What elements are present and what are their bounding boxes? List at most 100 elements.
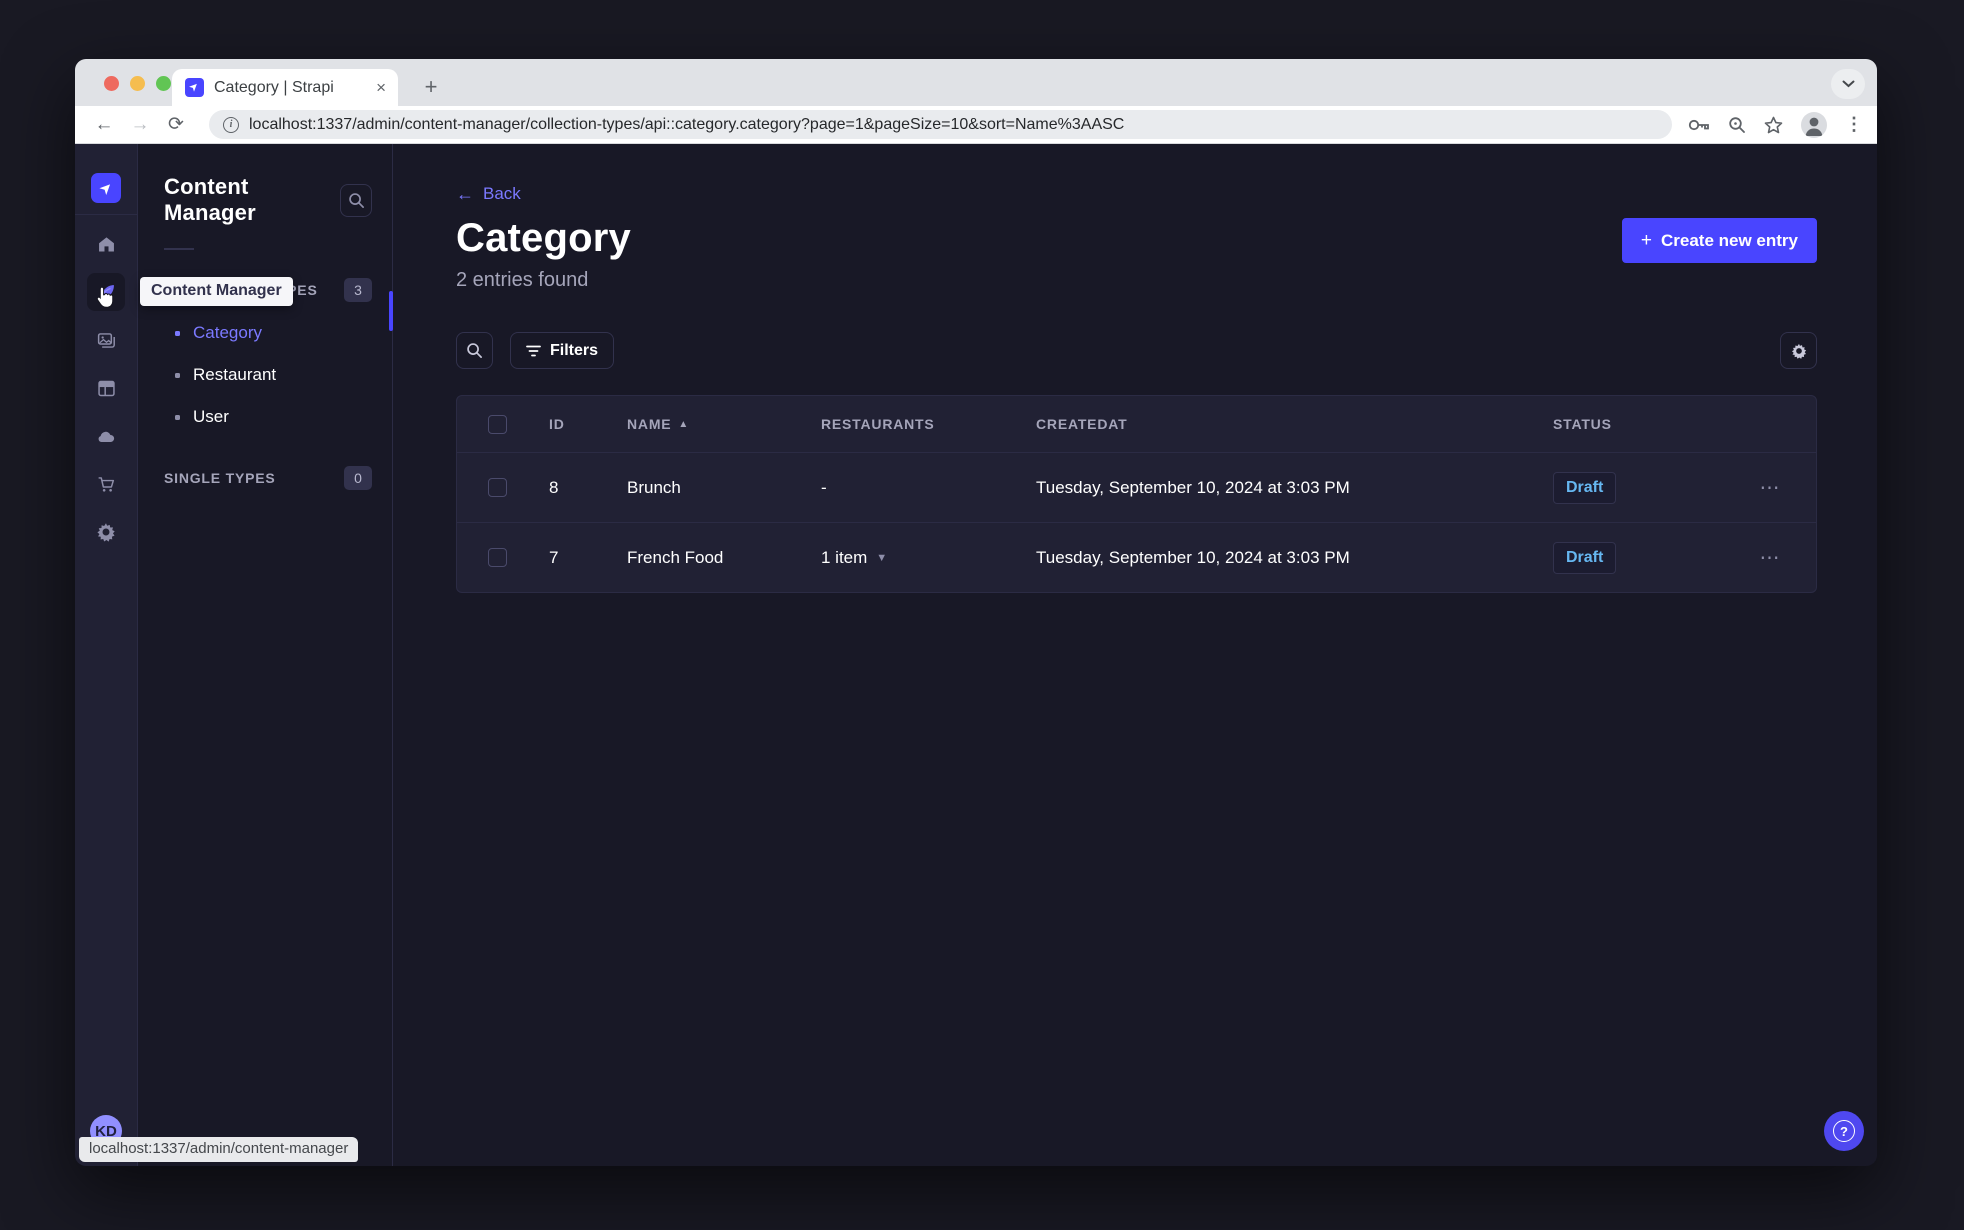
column-header-id[interactable]: ID bbox=[549, 416, 627, 432]
content-manager-subnav: Content Manager COLLECTION TYPES 3 Categ… bbox=[138, 144, 393, 1166]
tab-title: Category | Strapi bbox=[214, 78, 334, 96]
table-row[interactable]: 8 Brunch - Tuesday, September 10, 2024 a… bbox=[457, 452, 1816, 522]
nav-item-marketplace[interactable] bbox=[87, 465, 125, 503]
forward-button[interactable]: → bbox=[125, 114, 155, 136]
subnav-search-button[interactable] bbox=[340, 183, 372, 217]
single-types-label: SINGLE TYPES bbox=[164, 470, 276, 486]
cell-createdat: Tuesday, September 10, 2024 at 3:03 PM bbox=[1036, 547, 1350, 567]
subnav-item-category[interactable]: Category bbox=[164, 312, 372, 354]
nav-item-media-library[interactable] bbox=[87, 321, 125, 359]
question-mark-icon: ? bbox=[1833, 1120, 1855, 1142]
status-badge: Draft bbox=[1553, 471, 1617, 504]
bookmark-star-icon[interactable] bbox=[1764, 116, 1783, 134]
column-header-createdat[interactable]: CREATEDAT bbox=[1036, 416, 1553, 432]
filter-icon bbox=[526, 345, 541, 356]
cloud-icon bbox=[98, 431, 115, 442]
bullet-icon bbox=[175, 414, 180, 420]
cell-id: 7 bbox=[549, 547, 559, 567]
nav-item-content-manager[interactable] bbox=[87, 273, 125, 311]
page-title: Category bbox=[456, 216, 631, 260]
main-content: ← Back Category + Create new entry 2 ent… bbox=[393, 144, 1877, 1166]
create-new-entry-button[interactable]: + Create new entry bbox=[1621, 218, 1817, 263]
view-settings-button[interactable] bbox=[1780, 332, 1817, 369]
browser-tabstrip: ➤ Category | Strapi × + bbox=[75, 59, 1877, 106]
entries-count: 2 entries found bbox=[456, 269, 589, 291]
strapi-logo[interactable]: ➤ bbox=[91, 173, 121, 203]
toolbar-icons: ⋮ bbox=[1688, 111, 1863, 138]
cell-createdat: Tuesday, September 10, 2024 at 3:03 PM bbox=[1036, 477, 1350, 497]
shopping-cart-icon bbox=[98, 476, 114, 492]
address-bar[interactable]: i localhost:1337/admin/content-manager/c… bbox=[209, 110, 1672, 139]
select-all-checkbox[interactable] bbox=[488, 414, 507, 434]
row-checkbox[interactable] bbox=[488, 478, 507, 497]
subnav-divider bbox=[164, 248, 194, 250]
column-header-status[interactable]: STATUS bbox=[1553, 416, 1725, 432]
reload-button[interactable]: ⟳ bbox=[161, 113, 191, 136]
expand-relation-icon: ▼ bbox=[876, 551, 888, 564]
entries-table: ID NAME ▲ RESTAURANTS CREATEDAT STATUS 8 bbox=[456, 395, 1817, 593]
nav-divider bbox=[75, 214, 138, 215]
close-window-button[interactable] bbox=[104, 76, 119, 91]
single-types-section-header: SINGLE TYPES 0 bbox=[164, 466, 372, 490]
strapi-admin-app: ➤ KD Content Manager 3 Category Restaura… bbox=[75, 144, 1877, 1166]
browser-menu-icon[interactable]: ⋮ bbox=[1845, 114, 1863, 135]
bullet-icon bbox=[175, 372, 180, 378]
chevron-down-icon bbox=[1842, 80, 1854, 88]
content-manager-tooltip: Content Manager bbox=[140, 277, 293, 306]
settings-gear-icon bbox=[97, 523, 115, 542]
collection-types-count-badge: 3 bbox=[344, 278, 372, 302]
minimize-window-button[interactable] bbox=[130, 76, 145, 91]
table-row[interactable]: 7 French Food 1 item ▼ Tuesday, Septembe… bbox=[457, 522, 1816, 592]
nav-item-home[interactable] bbox=[87, 225, 125, 263]
filters-button[interactable]: Filters bbox=[510, 332, 615, 369]
table-header-row: ID NAME ▲ RESTAURANTS CREATEDAT STATUS bbox=[457, 396, 1816, 452]
strapi-favicon: ➤ bbox=[185, 78, 204, 97]
zoom-window-button[interactable] bbox=[156, 76, 171, 91]
site-info-icon[interactable]: i bbox=[223, 116, 239, 133]
cell-name: Brunch bbox=[627, 477, 681, 497]
window-controls bbox=[104, 76, 171, 91]
table-toolbar: Filters bbox=[456, 332, 1817, 369]
subnav-item-restaurant[interactable]: Restaurant bbox=[164, 354, 372, 396]
tab-search-button[interactable] bbox=[1831, 69, 1865, 99]
password-key-icon[interactable] bbox=[1688, 118, 1710, 132]
status-badge: Draft bbox=[1553, 541, 1617, 574]
browser-tab[interactable]: ➤ Category | Strapi × bbox=[172, 69, 398, 106]
back-arrow-icon: ← bbox=[456, 184, 474, 204]
url-text: localhost:1337/admin/content-manager/col… bbox=[249, 115, 1125, 133]
row-actions-button[interactable]: ⋯ bbox=[1725, 475, 1816, 500]
subnav-title: Content Manager bbox=[164, 174, 256, 225]
content-type-builder-icon bbox=[97, 380, 115, 396]
nav-item-content-type-builder[interactable] bbox=[87, 369, 125, 407]
profile-avatar-icon[interactable] bbox=[1801, 111, 1827, 138]
plus-icon: + bbox=[1640, 230, 1652, 251]
cell-restaurants: - bbox=[821, 477, 827, 497]
row-checkbox[interactable] bbox=[488, 548, 507, 567]
back-link[interactable]: ← Back bbox=[456, 184, 521, 204]
search-icon bbox=[348, 192, 364, 208]
cell-name: French Food bbox=[627, 547, 724, 567]
list-search-button[interactable] bbox=[456, 332, 493, 369]
browser-window: ➤ Category | Strapi × + ← → ⟳ i localhos… bbox=[75, 59, 1877, 1166]
back-button[interactable]: ← bbox=[89, 114, 119, 136]
subnav-item-user[interactable]: User bbox=[164, 396, 372, 438]
link-preview-statusbar: localhost:1337/admin/content-manager bbox=[79, 1137, 359, 1162]
cell-restaurants[interactable]: 1 item ▼ bbox=[821, 548, 1036, 568]
media-library-icon bbox=[97, 332, 115, 348]
nav-item-cloud[interactable] bbox=[87, 417, 125, 455]
nav-item-settings[interactable] bbox=[87, 513, 125, 551]
new-tab-button[interactable]: + bbox=[415, 71, 447, 103]
bullet-icon bbox=[175, 330, 180, 336]
row-actions-button[interactable]: ⋯ bbox=[1725, 545, 1816, 570]
column-header-restaurants[interactable]: RESTAURANTS bbox=[821, 416, 1036, 432]
column-header-name[interactable]: NAME ▲ bbox=[627, 416, 821, 432]
browser-toolbar: ← → ⟳ i localhost:1337/admin/content-man… bbox=[75, 106, 1877, 144]
search-icon bbox=[467, 343, 482, 358]
home-icon bbox=[98, 236, 114, 251]
content-manager-feather-icon bbox=[98, 284, 114, 300]
close-tab-icon[interactable]: × bbox=[376, 78, 386, 98]
gear-icon bbox=[1791, 343, 1806, 359]
single-types-count-badge: 0 bbox=[344, 466, 372, 490]
help-button[interactable]: ? bbox=[1824, 1111, 1864, 1151]
zoom-icon[interactable] bbox=[1728, 116, 1746, 134]
